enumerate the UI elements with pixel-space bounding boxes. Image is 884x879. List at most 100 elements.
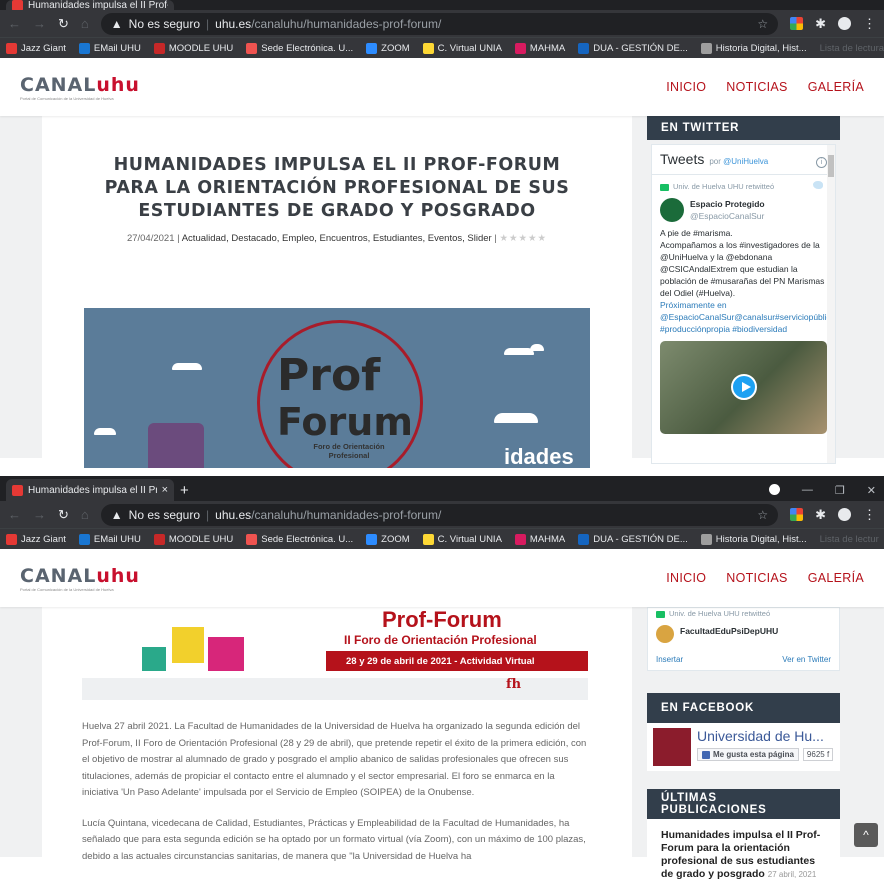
bookmark-label: ZOOM bbox=[381, 42, 410, 54]
recent-post-item[interactable]: Humanidades impulsa el II Prof-Forum par… bbox=[661, 829, 826, 879]
menu-kebab-icon[interactable]: ⋮ bbox=[863, 16, 876, 32]
bookmark-item[interactable]: EMail UHU bbox=[78, 533, 141, 545]
avatar[interactable] bbox=[656, 625, 674, 643]
play-icon[interactable] bbox=[731, 374, 757, 400]
home-icon[interactable]: ⌂ bbox=[81, 507, 89, 522]
timeline-scrollbar[interactable] bbox=[827, 145, 835, 463]
reload-icon[interactable]: ↻ bbox=[58, 16, 69, 32]
bookmark-item[interactable]: Historia Digital, Hist... bbox=[700, 533, 807, 545]
bookmark-favicon-icon bbox=[514, 42, 526, 54]
reading-list-button[interactable]: Lista de lectur bbox=[820, 534, 879, 545]
home-icon[interactable]: ⌂ bbox=[81, 16, 89, 31]
bookmark-item[interactable]: C. Virtual UNIA bbox=[422, 533, 502, 545]
bookmark-item[interactable]: Jazz Giant bbox=[6, 533, 66, 545]
canaluhu-logo[interactable]: CANALuhu Portal de Comunicación de la Un… bbox=[20, 74, 140, 101]
address-bar[interactable]: ▲ No es seguro | uhu.es/canaluhu/humanid… bbox=[100, 503, 779, 526]
banner-title: Prof-Forum bbox=[382, 607, 502, 632]
browser-tab[interactable]: Humanidades impulsa el II Prof-F bbox=[6, 0, 174, 10]
forward-icon[interactable]: → bbox=[33, 507, 46, 522]
article-date: 27/04/2021 bbox=[126, 233, 175, 244]
bookmark-favicon-icon bbox=[700, 533, 712, 545]
nav-galeria[interactable]: GALERÍA bbox=[808, 571, 864, 585]
restore-icon[interactable]: ❐ bbox=[835, 484, 845, 497]
bookmark-item[interactable]: ZOOM bbox=[366, 42, 410, 54]
info-icon[interactable]: i bbox=[816, 157, 827, 168]
tweet-video[interactable] bbox=[660, 341, 827, 434]
bookmark-item[interactable]: Sede Electrónica. U... bbox=[246, 533, 353, 545]
back-to-top-button[interactable]: ^ bbox=[854, 823, 878, 847]
embed-link[interactable]: Insertar bbox=[656, 655, 683, 664]
nav-noticias[interactable]: NOTICIAS bbox=[726, 80, 787, 94]
tweet[interactable]: Univ. de Huelva UHU retwitteó FacultadEd… bbox=[648, 608, 839, 649]
tweet[interactable]: Univ. de Huelva UHU retwitteó Espacio Pr… bbox=[652, 175, 835, 440]
record-icon[interactable] bbox=[768, 484, 780, 495]
bookmark-star-icon[interactable]: ☆ bbox=[757, 17, 768, 31]
sidebar: EN TWITTER Tweets por @UniHuelva i Univ.… bbox=[647, 116, 840, 464]
rating-stars[interactable]: ★★★★★ bbox=[499, 233, 547, 244]
menu-kebab-icon[interactable]: ⋮ bbox=[863, 507, 876, 523]
bookmark-item[interactable]: MOODLE UHU bbox=[153, 533, 233, 545]
facebook-page-name[interactable]: Universidad de Hu... bbox=[697, 728, 833, 744]
reading-list-button[interactable]: Lista de lectura bbox=[820, 43, 884, 54]
new-tab-icon[interactable]: + bbox=[180, 482, 189, 499]
profile-avatar-icon[interactable] bbox=[838, 508, 851, 521]
author-name[interactable]: Espacio Protegido bbox=[690, 198, 765, 210]
facebook-like-button[interactable]: Me gusta esta página bbox=[697, 748, 799, 761]
article-categories[interactable]: Actualidad, Destacado, Empleo, Encuentro… bbox=[182, 233, 492, 244]
recent-posts: Humanidades impulsa el II Prof-Forum par… bbox=[647, 819, 840, 879]
retweet-line: Univ. de Huelva UHU retwitteó bbox=[660, 181, 827, 193]
bookmark-item[interactable]: MAHMA bbox=[514, 42, 565, 54]
browser-tab[interactable]: Humanidades impulsa el II Prof- × bbox=[6, 479, 174, 501]
nav-inicio[interactable]: INICIO bbox=[666, 571, 706, 585]
profile-avatar-icon[interactable] bbox=[838, 17, 851, 30]
bookmark-item[interactable]: DUA - GESTIÓN DE... bbox=[578, 533, 688, 545]
extension-icon[interactable] bbox=[790, 508, 804, 521]
close-window-icon[interactable]: ✕ bbox=[867, 484, 876, 497]
nav-noticias[interactable]: NOTICIAS bbox=[726, 571, 787, 585]
forward-icon[interactable]: → bbox=[33, 16, 46, 31]
facebook-page-image[interactable] bbox=[653, 728, 691, 766]
bookmark-item[interactable]: EMail UHU bbox=[78, 42, 141, 54]
bookmark-label: MOODLE UHU bbox=[168, 42, 234, 54]
view-on-twitter-link[interactable]: Ver en Twitter bbox=[782, 655, 831, 664]
tweet-author[interactable]: FacultadEduPsiDepUHU bbox=[656, 625, 831, 643]
like-label: Me gusta esta página bbox=[713, 750, 794, 759]
bookmark-favicon-icon bbox=[246, 533, 258, 545]
bookmark-item[interactable]: Historia Digital, Hist... bbox=[700, 42, 807, 54]
by-label: por bbox=[709, 157, 721, 166]
address-bar[interactable]: ▲ No es seguro | uhu.es/canaluhu/humanid… bbox=[100, 12, 779, 35]
nav-galeria[interactable]: GALERÍA bbox=[808, 80, 864, 94]
bookmark-star-icon[interactable]: ☆ bbox=[757, 508, 768, 522]
avatar[interactable] bbox=[660, 198, 684, 222]
banner-subtitle: II Foro de Orientación Profesional bbox=[344, 633, 537, 647]
extension-icon[interactable] bbox=[790, 17, 804, 30]
twitter-handle[interactable]: @UniHuelva bbox=[723, 157, 768, 166]
bookmark-item[interactable]: MOODLE UHU bbox=[153, 42, 234, 54]
tweet-line: Acompañamos a los #investigadores de la … bbox=[660, 240, 825, 298]
canaluhu-logo[interactable]: CANALuhu Portal de Comunicación de la Un… bbox=[20, 565, 140, 592]
extensions-puzzle-icon[interactable]: ✱ bbox=[815, 507, 826, 523]
tweet-author[interactable]: Espacio Protegido @EspacioCanalSur bbox=[660, 198, 827, 222]
bookmark-item[interactable]: ZOOM bbox=[366, 533, 410, 545]
screenshot-bottom: Humanidades impulsa el II Prof- × + — ❐ … bbox=[0, 479, 884, 879]
author-handle[interactable]: @EspacioCanalSur bbox=[690, 210, 765, 222]
scrollbar-thumb[interactable] bbox=[828, 155, 834, 177]
close-tab-icon[interactable]: × bbox=[162, 484, 168, 496]
bookmark-item[interactable]: Sede Electrónica. U... bbox=[246, 42, 353, 54]
author-name[interactable]: FacultadEduPsiDepUHU bbox=[680, 625, 778, 643]
twitter-bird-icon[interactable] bbox=[813, 181, 823, 189]
nav-inicio[interactable]: INICIO bbox=[666, 80, 706, 94]
bookmark-item[interactable]: Jazz Giant bbox=[6, 42, 66, 54]
bookmark-item[interactable]: C. Virtual UNIA bbox=[422, 42, 502, 54]
bookmark-item[interactable]: MAHMA bbox=[514, 533, 565, 545]
back-icon[interactable]: ← bbox=[8, 16, 21, 31]
retweet-icon bbox=[660, 183, 669, 191]
reload-icon[interactable]: ↻ bbox=[58, 507, 69, 523]
bookmark-favicon-icon bbox=[6, 42, 17, 54]
back-icon[interactable]: ← bbox=[8, 507, 21, 522]
extensions-puzzle-icon[interactable]: ✱ bbox=[815, 16, 826, 32]
minimize-icon[interactable]: — bbox=[802, 484, 813, 497]
hero-image: Prof Forum Foro de Orientación Profesion… bbox=[84, 308, 590, 468]
bookmark-item[interactable]: DUA - GESTIÓN DE... bbox=[578, 42, 688, 54]
not-secure-label: No es seguro bbox=[128, 16, 201, 31]
